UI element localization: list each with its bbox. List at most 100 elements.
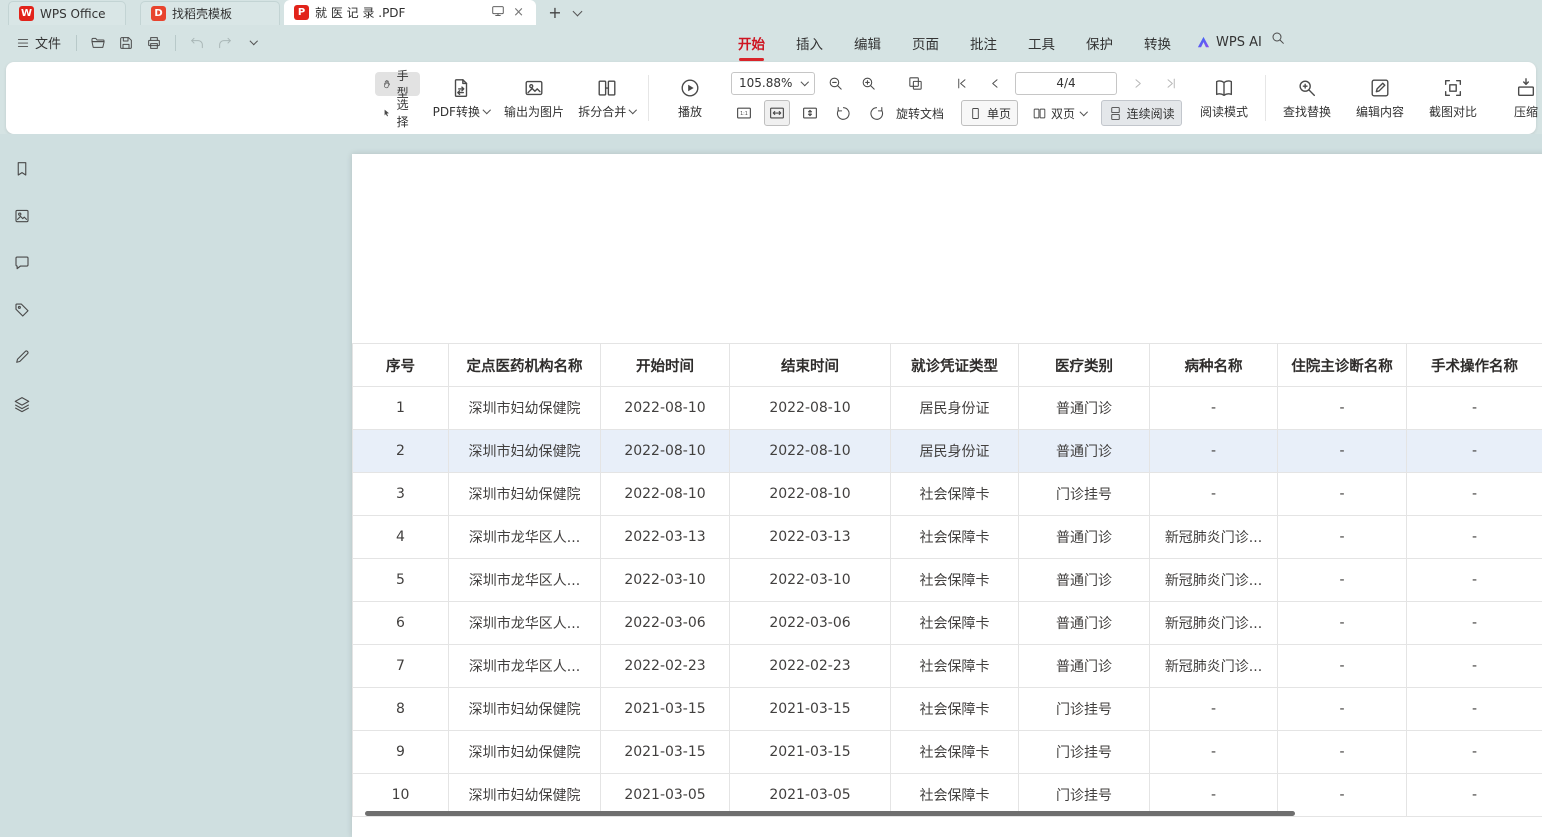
fit-width-button[interactable] (764, 100, 790, 126)
zoom-level-select[interactable]: 105.88% (731, 72, 815, 95)
actual-size-button[interactable]: 1:1 (731, 100, 757, 126)
file-menu-button[interactable]: 文件 (10, 31, 67, 55)
ribbon-tab-protect[interactable]: 保护 (1086, 33, 1113, 53)
table-cell: 3 (353, 473, 449, 516)
docer-logo-icon: D (151, 6, 166, 21)
table-cell: - (1278, 559, 1407, 602)
undo-button[interactable] (185, 31, 209, 55)
table-cell: 2022-03-10 (601, 559, 730, 602)
first-page-button[interactable] (949, 70, 975, 96)
open-file-button[interactable] (86, 31, 110, 55)
table-cell: 2022-03-10 (730, 559, 891, 602)
tab-docer-template[interactable]: D 找稻壳模板 (140, 1, 280, 25)
ribbon-tab-edit[interactable]: 编辑 (854, 33, 881, 53)
next-page-button[interactable] (1124, 70, 1150, 96)
table-cell: 2022-03-13 (601, 516, 730, 559)
table-cell: 普通门诊 (1019, 430, 1150, 473)
continuous-read-icon (1108, 106, 1123, 121)
signature-panel-button[interactable] (9, 344, 35, 370)
thumbnail-icon (13, 207, 31, 225)
ribbon-tab-tools[interactable]: 工具 (1028, 33, 1055, 53)
zoom-in-icon (860, 75, 877, 92)
fit-page-button[interactable] (797, 100, 823, 126)
table-row: 4深圳市龙华区人...2022-03-132022-03-13社会保障卡普通门诊… (353, 516, 1542, 559)
previous-page-button[interactable] (982, 70, 1008, 96)
edit-content-button[interactable]: 编辑内容 (1348, 68, 1412, 128)
thumbnail-panel-button[interactable] (9, 203, 35, 229)
single-page-label: 单页 (987, 105, 1011, 122)
find-replace-button[interactable]: 查找替换 (1275, 68, 1339, 128)
left-panel-icons (0, 156, 44, 417)
bookmark-icon (13, 160, 31, 178)
ribbon-tab-page[interactable]: 页面 (912, 33, 939, 53)
fit-window-button[interactable] (902, 70, 928, 96)
monitor-icon[interactable] (491, 4, 505, 21)
table-cell: 普通门诊 (1019, 559, 1150, 602)
table-cell: - (1278, 430, 1407, 473)
table-cell: 2 (353, 430, 449, 473)
save-button[interactable] (114, 31, 138, 55)
read-mode-button[interactable]: 阅读模式 (1192, 68, 1256, 128)
double-page-button[interactable]: 双页 (1025, 100, 1094, 126)
tab-list-chevron-icon[interactable] (572, 0, 581, 25)
table-cell: - (1407, 774, 1542, 817)
screenshot-compare-button[interactable]: 截图对比 (1421, 68, 1485, 128)
undo-icon (189, 35, 205, 51)
table-cell: 社会保障卡 (891, 516, 1019, 559)
table-cell: 居民身份证 (891, 387, 1019, 430)
ribbon-tab-insert[interactable]: 插入 (796, 33, 823, 53)
wps-ai-button[interactable]: WPS AI (1196, 25, 1262, 60)
comment-panel-button[interactable] (9, 250, 35, 276)
rotate-doc-label[interactable]: 旋转文档 (896, 105, 944, 122)
document-title: 就 医 记 录 .PDF (315, 4, 485, 21)
tab-document[interactable]: P 就 医 记 录 .PDF × (284, 0, 536, 25)
table-cell: 社会保障卡 (891, 602, 1019, 645)
medical-records-table: 序号定点医药机构名称开始时间结束时间就诊凭证类型医疗类别病种名称住院主诊断名称手… (352, 343, 1542, 817)
page-number-input[interactable]: 4/4 (1015, 72, 1117, 95)
export-image-button[interactable]: 输出为图片 (502, 68, 566, 128)
table-cell: - (1150, 731, 1278, 774)
first-page-icon (955, 76, 970, 91)
compress-button[interactable]: 压缩 (1494, 68, 1542, 128)
tag-icon (13, 301, 31, 319)
tag-panel-button[interactable] (9, 297, 35, 323)
layers-panel-button[interactable] (9, 391, 35, 417)
table-cell: 2022-08-10 (730, 473, 891, 516)
quickbar-dropdown[interactable] (241, 31, 265, 55)
bookmark-panel-button[interactable] (9, 156, 35, 182)
split-merge-button[interactable]: 拆分合并 (575, 68, 639, 128)
table-cell: 新冠肺炎门诊... (1150, 559, 1278, 602)
zoom-in-button[interactable] (855, 70, 881, 96)
column-header: 结束时间 (730, 344, 891, 387)
horizontal-scrollbar[interactable] (365, 811, 1295, 816)
rotate-left-button[interactable] (830, 100, 856, 126)
hand-tool-button[interactable]: 手型 (375, 72, 420, 96)
zoom-value: 105.88% (739, 76, 792, 90)
zoom-out-button[interactable] (822, 70, 848, 96)
last-page-button[interactable] (1157, 70, 1183, 96)
print-button[interactable] (142, 31, 166, 55)
ribbon-search-button[interactable] (1270, 30, 1286, 50)
single-page-button[interactable]: 单页 (961, 100, 1018, 126)
ribbon-tab-annotate[interactable]: 批注 (970, 33, 997, 53)
new-tab-button[interactable]: + (544, 1, 566, 23)
redo-button[interactable] (213, 31, 237, 55)
export-image-label: 输出为图片 (504, 103, 564, 120)
table-cell: 2021-03-15 (601, 688, 730, 731)
ribbon-tab-start[interactable]: 开始 (738, 33, 765, 53)
wps-pdf-window: W WPS Office D 找稻壳模板 P 就 医 记 录 .PDF × + … (0, 0, 1542, 837)
rotate-right-button[interactable] (863, 100, 889, 126)
rotate-right-icon (868, 105, 885, 122)
table-cell: 2022-03-06 (601, 602, 730, 645)
ribbon-tab-convert[interactable]: 转换 (1144, 33, 1171, 53)
page-indicator: 4/4 (1056, 76, 1075, 90)
pdf-convert-button[interactable]: PDF转换 (429, 68, 493, 128)
tab-wps-office[interactable]: W WPS Office (8, 1, 126, 25)
save-icon (118, 35, 134, 51)
edit-content-label: 编辑内容 (1356, 103, 1404, 120)
close-tab-icon[interactable]: × (511, 6, 526, 19)
select-tool-button[interactable]: 选择 (375, 101, 420, 125)
table-cell: 2022-03-06 (730, 602, 891, 645)
play-button[interactable]: 播放 (658, 68, 722, 128)
continuous-read-button[interactable]: 连续阅读 (1101, 100, 1182, 126)
